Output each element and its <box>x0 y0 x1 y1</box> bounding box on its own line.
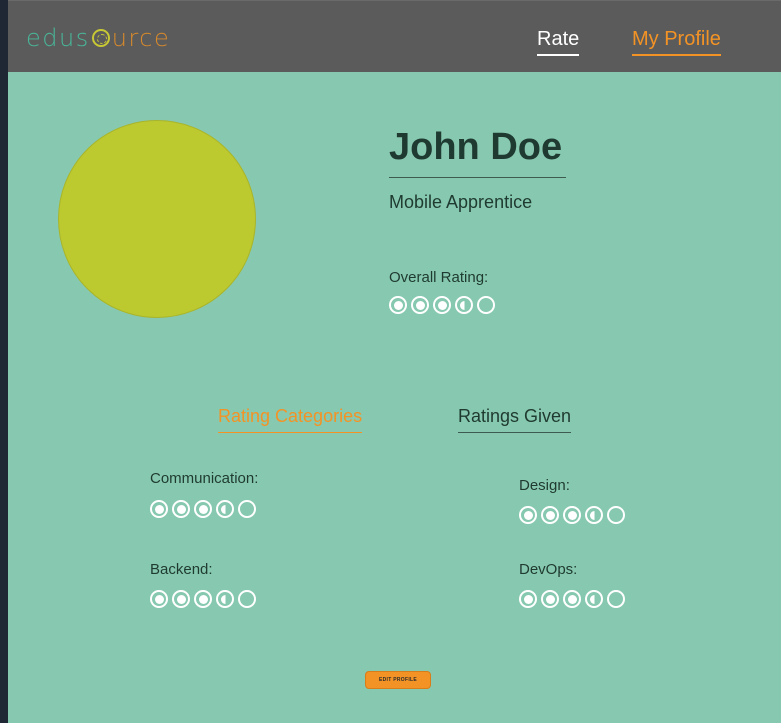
rating-dot-empty-icon <box>238 590 256 608</box>
category-rating-design <box>519 506 625 524</box>
rating-dot-filled-icon <box>150 590 168 608</box>
rating-dot-half-icon <box>585 590 603 608</box>
rating-dot-filled-icon <box>389 296 407 314</box>
nav-rate-link[interactable]: Rate <box>537 28 580 56</box>
rating-dot-filled-icon <box>150 500 168 518</box>
rating-dot-filled-icon <box>172 500 190 518</box>
category-label-communication: Communication: <box>150 470 259 487</box>
rating-dot-filled-icon <box>194 590 212 608</box>
overall-rating-stars <box>389 296 495 314</box>
rating-dot-filled-icon <box>541 590 559 608</box>
rating-dot-empty-icon <box>607 590 625 608</box>
category-label-backend: Backend: <box>150 561 213 578</box>
edit-profile-button[interactable]: EDIT PROFILE <box>365 671 431 689</box>
rating-dot-empty-icon <box>477 296 495 314</box>
rating-dot-filled-icon <box>519 590 537 608</box>
rating-dot-half-icon <box>585 506 603 524</box>
logo-text-end: urce <box>111 24 171 52</box>
rating-dot-filled-icon <box>563 590 581 608</box>
rating-dot-filled-icon <box>563 506 581 524</box>
category-label-devops: DevOps: <box>519 561 578 578</box>
overall-rating-label: Overall Rating: <box>389 269 489 286</box>
fingerprint-icon <box>91 29 110 47</box>
rating-dot-filled-icon <box>519 506 537 524</box>
profile-name: John Doe <box>389 126 566 178</box>
logo-text-start: edus <box>26 24 90 52</box>
rating-dot-empty-icon <box>238 500 256 518</box>
app-frame: edus urce Rate My Profile John Doe Mobile… <box>8 0 781 723</box>
nav-my-profile-link[interactable]: My Profile <box>632 28 721 56</box>
tab-ratings-given[interactable]: Ratings Given <box>458 406 572 433</box>
category-label-design: Design: <box>519 477 570 494</box>
category-rating-backend <box>150 590 256 608</box>
rating-dot-half-icon <box>455 296 473 314</box>
rating-dot-half-icon <box>216 590 234 608</box>
category-rating-communication <box>150 500 256 518</box>
rating-dot-filled-icon <box>433 296 451 314</box>
rating-dot-filled-icon <box>541 506 559 524</box>
category-rating-devops <box>519 590 625 608</box>
top-navigation-bar: edus urce Rate My Profile <box>8 0 781 72</box>
rating-dot-empty-icon <box>607 506 625 524</box>
rating-dot-half-icon <box>216 500 234 518</box>
rating-dot-filled-icon <box>194 500 212 518</box>
edusource-logo[interactable]: edus urce <box>26 24 170 52</box>
rating-dot-filled-icon <box>172 590 190 608</box>
avatar <box>58 120 256 318</box>
rating-dot-filled-icon <box>411 296 429 314</box>
tab-rating-categories[interactable]: Rating Categories <box>218 406 363 433</box>
profile-job-title: Mobile Apprentice <box>389 192 533 212</box>
